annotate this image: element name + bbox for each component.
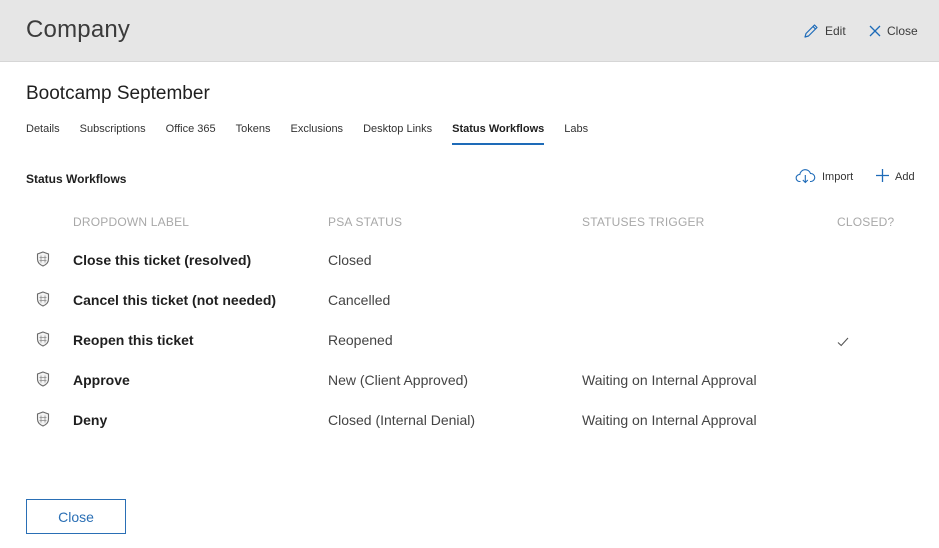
section-title: Status Workflows bbox=[26, 172, 127, 186]
table-row[interactable]: Reopen this ticket Reopened bbox=[26, 320, 916, 360]
page-title: Bootcamp September bbox=[26, 83, 210, 104]
close-label: Close bbox=[887, 24, 918, 38]
row-dropdown-label: Approve bbox=[73, 372, 130, 388]
close-icon bbox=[869, 25, 881, 37]
edit-button[interactable]: Edit bbox=[803, 22, 846, 40]
import-button[interactable]: Import bbox=[795, 168, 853, 186]
row-dropdown-label: Cancel this ticket (not needed) bbox=[73, 292, 277, 308]
tab-bar: Details Subscriptions Office 365 Tokens … bbox=[26, 123, 608, 145]
edit-label: Edit bbox=[825, 24, 846, 38]
row-dropdown-label: Reopen this ticket bbox=[73, 332, 194, 348]
header-close-button[interactable]: Close bbox=[869, 22, 918, 40]
table-row[interactable]: Close this ticket (resolved) Closed bbox=[26, 240, 916, 280]
column-header-closed[interactable]: CLOSED? bbox=[837, 215, 894, 229]
row-psa-status: Closed bbox=[328, 252, 372, 268]
tab-office-365[interactable]: Office 365 bbox=[166, 123, 216, 145]
row-psa-status: Cancelled bbox=[328, 292, 391, 308]
page-header: Company Edit Close bbox=[0, 0, 939, 62]
column-header-psa-status[interactable]: PSA STATUS bbox=[328, 215, 402, 229]
add-label: Add bbox=[895, 171, 915, 183]
table-row[interactable]: Cancel this ticket (not needed) Cancelle… bbox=[26, 280, 916, 320]
close-button[interactable]: Close bbox=[26, 499, 126, 534]
cloud-download-icon bbox=[795, 168, 816, 187]
shield-icon bbox=[36, 371, 50, 392]
checkmark-icon bbox=[837, 334, 849, 352]
header-title: Company bbox=[26, 16, 131, 43]
column-header-dropdown-label[interactable]: DROPDOWN LABEL bbox=[73, 215, 189, 229]
row-dropdown-label: Deny bbox=[73, 412, 108, 428]
tab-tokens[interactable]: Tokens bbox=[236, 123, 271, 145]
table-row[interactable]: Deny Closed (Internal Denial) Waiting on… bbox=[26, 400, 916, 440]
row-statuses-trigger: Waiting on Internal Approval bbox=[582, 412, 757, 428]
tab-exclusions[interactable]: Exclusions bbox=[290, 123, 343, 145]
shield-icon bbox=[36, 251, 50, 272]
row-dropdown-label: Close this ticket (resolved) bbox=[73, 252, 252, 268]
shield-icon bbox=[36, 291, 50, 312]
add-button[interactable]: Add bbox=[876, 168, 915, 186]
column-header-statuses-trigger[interactable]: STATUSES TRIGGER bbox=[582, 215, 705, 229]
tab-details[interactable]: Details bbox=[26, 123, 60, 145]
table-row[interactable]: Approve New (Client Approved) Waiting on… bbox=[26, 360, 916, 400]
row-psa-status: Reopened bbox=[328, 332, 393, 348]
tab-status-workflows[interactable]: Status Workflows bbox=[452, 123, 545, 145]
row-psa-status: New (Client Approved) bbox=[328, 372, 469, 388]
tab-desktop-links[interactable]: Desktop Links bbox=[363, 123, 432, 145]
pencil-icon bbox=[803, 23, 819, 39]
shield-icon bbox=[36, 411, 50, 432]
row-psa-status: Closed (Internal Denial) bbox=[328, 412, 476, 428]
tab-subscriptions[interactable]: Subscriptions bbox=[80, 123, 146, 145]
plus-icon bbox=[876, 169, 889, 185]
import-label: Import bbox=[822, 171, 854, 183]
shield-icon bbox=[36, 331, 50, 352]
row-statuses-trigger: Waiting on Internal Approval bbox=[582, 372, 757, 388]
tab-labs[interactable]: Labs bbox=[564, 123, 588, 145]
